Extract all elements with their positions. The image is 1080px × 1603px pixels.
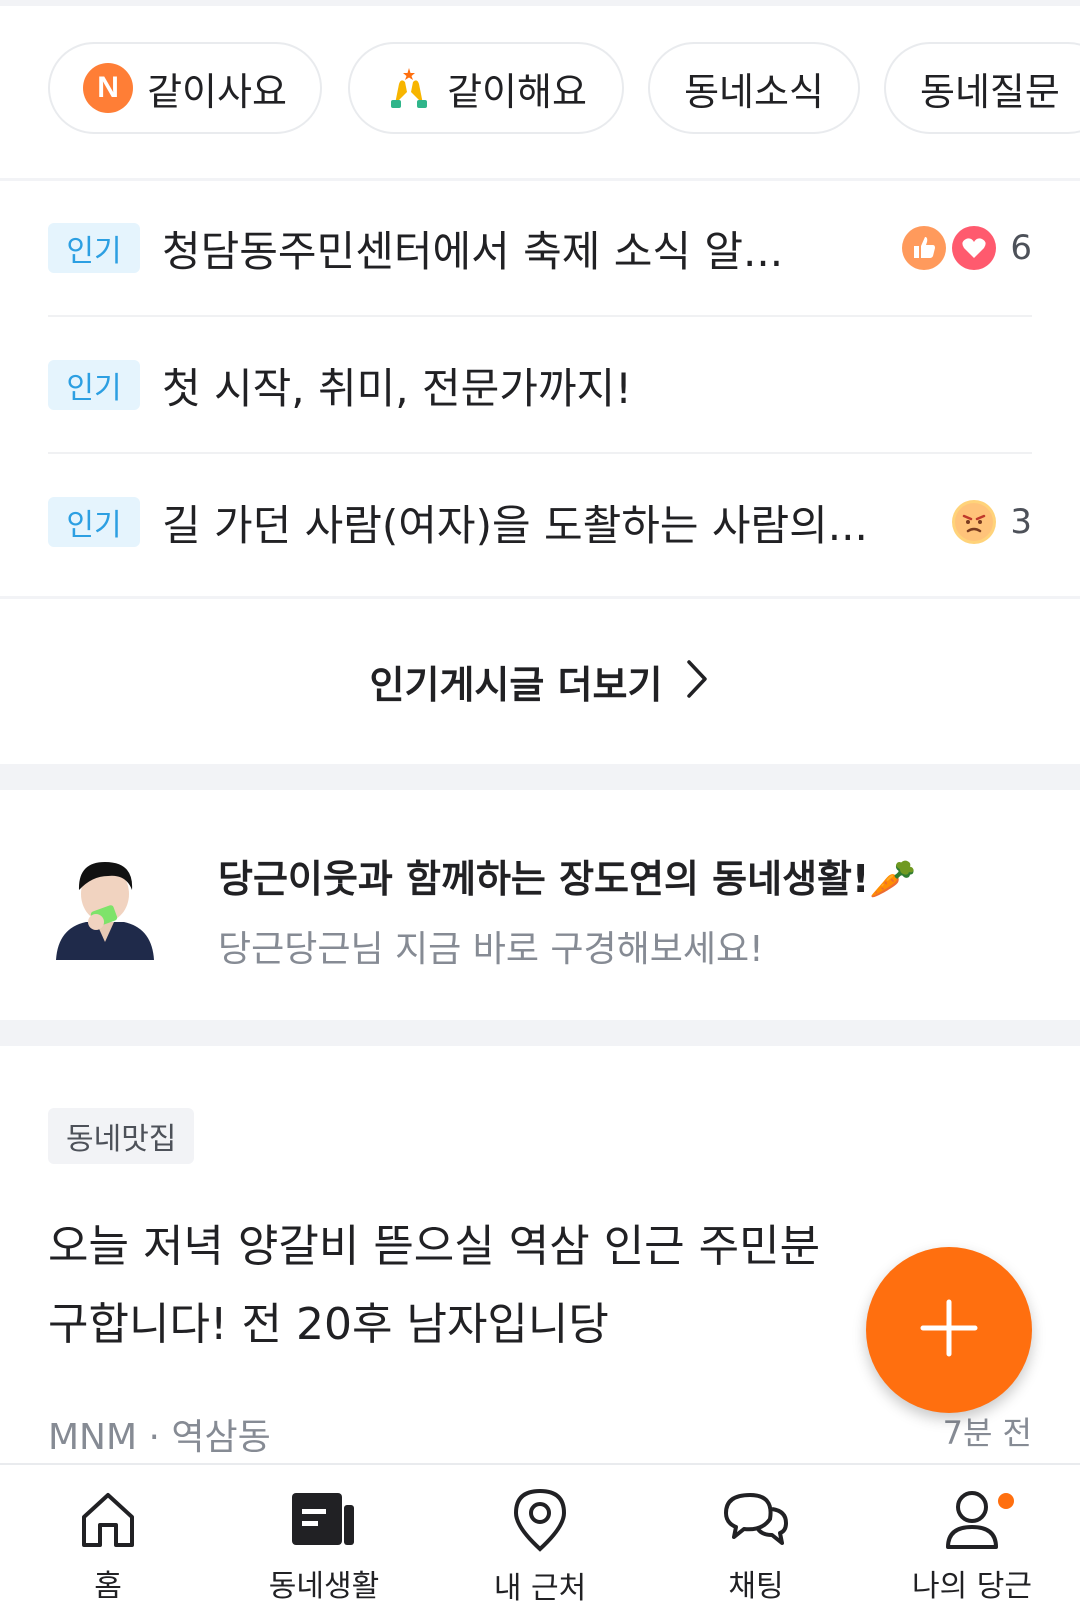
news-icon	[288, 1487, 360, 1551]
more-popular-posts-link[interactable]: 인기게시글 더보기	[0, 626, 1080, 736]
chat-bubbles-icon	[720, 1487, 792, 1551]
nav-chat[interactable]: 채팅	[648, 1465, 864, 1603]
popular-badge: 인기	[48, 360, 140, 410]
meta-separator: ·	[137, 1417, 172, 1458]
chip-local-news[interactable]: 동네소식	[648, 42, 860, 134]
author-name: MNM	[48, 1417, 138, 1458]
popular-post-row[interactable]: 인기 길 가던 사람(여자)을 도촬하는 사람의... 3	[48, 454, 1032, 590]
section-divider	[0, 1020, 1080, 1046]
location-name: 역삼동	[171, 1417, 271, 1458]
nav-label: 내 근처	[493, 1571, 587, 1603]
post-title: 청담동주민센터에서 축제 소식 알...	[162, 226, 784, 276]
raised-hands-icon	[385, 64, 433, 112]
nav-label: 홈	[94, 1569, 122, 1603]
person-icon	[936, 1487, 1014, 1551]
nav-label: 나의 당근	[912, 1569, 1032, 1603]
location-pin-icon	[504, 1487, 576, 1553]
popular-badge: 인기	[48, 223, 140, 273]
chip-label: 같이사요	[147, 69, 287, 114]
chip-do-together[interactable]: 같이해요	[348, 42, 624, 134]
notification-dot	[998, 1493, 1014, 1509]
chip-label: 같이해요	[447, 69, 587, 114]
bottom-navigation: 홈 동네생활 내 근처 채팅 나의 당근	[0, 1463, 1080, 1603]
section-divider	[0, 764, 1080, 790]
nav-home[interactable]: 홈	[0, 1465, 216, 1603]
naver-n-icon: N	[83, 63, 134, 113]
nav-label: 채팅	[728, 1569, 784, 1603]
chevron-right-icon	[684, 658, 710, 704]
write-post-button[interactable]	[866, 1247, 1032, 1413]
post-title: 길 가던 사람(여자)을 도촬하는 사람의...	[162, 500, 868, 550]
divider	[0, 596, 1080, 599]
more-popular-posts-label: 인기게시글 더보기	[369, 662, 663, 707]
reactions: 6	[902, 180, 1032, 316]
nav-my-carrot[interactable]: 나의 당근	[864, 1465, 1080, 1603]
angry-face-icon	[952, 500, 997, 544]
chip-label: 동네소식	[684, 69, 824, 114]
home-icon	[72, 1487, 144, 1551]
plus-icon	[917, 1296, 981, 1364]
nav-label: 동네생활	[268, 1569, 380, 1603]
category-tag: 동네맛집	[48, 1108, 195, 1164]
feed-post-meta: MNM · 역삼동	[48, 1408, 271, 1460]
nav-neighborhood-life[interactable]: 동네생활	[216, 1465, 432, 1603]
banner-subtitle: 당근당근님 지금 바로 구경해보세요!	[218, 929, 764, 970]
thumbs-up-icon	[902, 226, 947, 270]
banner-title: 당근이웃과 함께하는 장도연의 동네생활!🥕	[218, 857, 917, 901]
category-chips: N 같이사요 같이해요 동네소식 동네질문	[48, 42, 1080, 134]
post-title: 첫 시작, 취미, 전문가까지!	[162, 363, 632, 413]
popular-post-row[interactable]: 인기 청담동주민센터에서 축제 소식 알... 6	[48, 180, 1032, 316]
chip-local-questions[interactable]: 동네질문	[884, 42, 1080, 134]
nav-near-me[interactable]: 내 근처	[432, 1465, 648, 1603]
popular-badge: 인기	[48, 497, 140, 547]
popular-post-row[interactable]: 인기 첫 시작, 취미, 전문가까지!	[48, 317, 1032, 453]
feed-post-title: 오늘 저녁 양갈비 뜯으실 역삼 인근 주민분 구합니다! 전 20후 남자입니…	[48, 1221, 821, 1350]
chip-label: 동네질문	[920, 69, 1060, 114]
top-divider	[0, 0, 1080, 6]
reaction-count: 6	[1010, 228, 1032, 268]
reactions: 3	[952, 454, 1032, 590]
heart-icon	[952, 226, 997, 270]
avatar	[52, 850, 158, 960]
reaction-count: 3	[1010, 502, 1032, 542]
post-time: 7분 전	[942, 1414, 1032, 1452]
chip-buy-together[interactable]: N 같이사요	[48, 42, 322, 134]
